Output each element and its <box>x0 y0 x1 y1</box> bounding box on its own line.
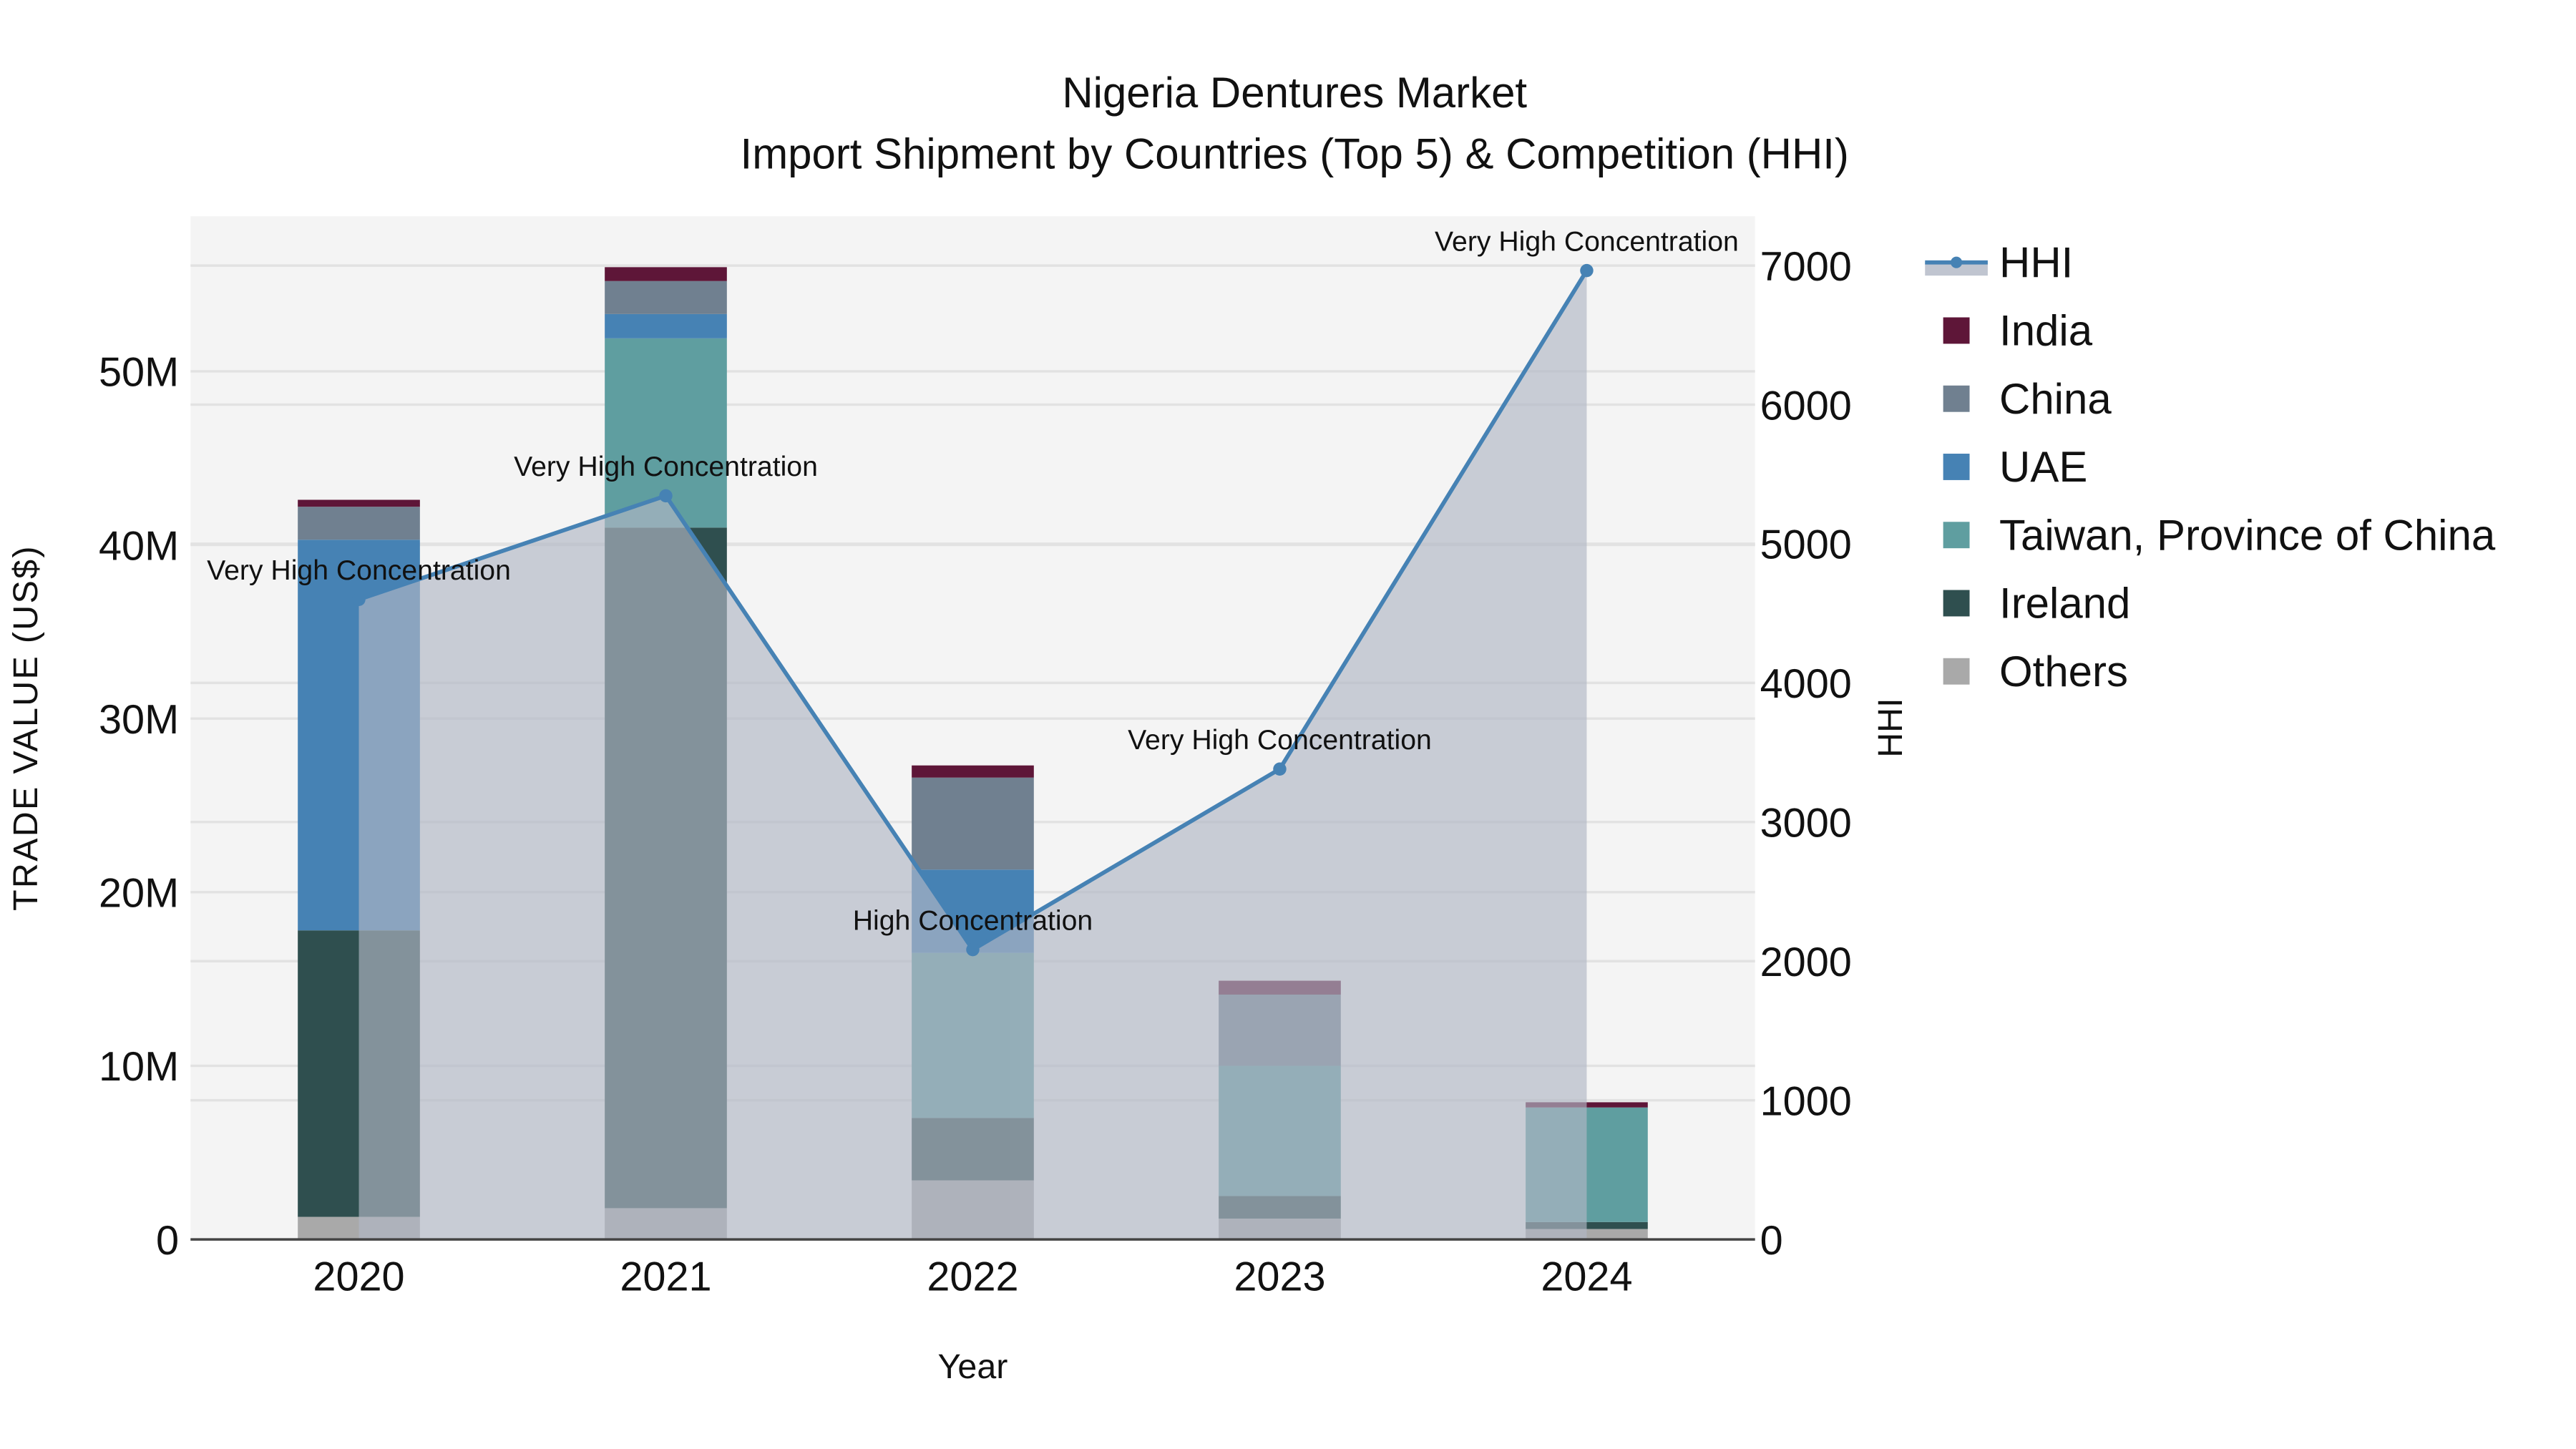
legend-label-uae: UAE <box>1999 443 2087 491</box>
hhi-point-2023 <box>1273 762 1287 776</box>
hhi-annotation: Very High Concentration <box>514 452 818 482</box>
hhi-point-2021 <box>659 489 673 503</box>
hhi-point-2020 <box>352 592 366 606</box>
y2-tick-label: 6000 <box>1760 383 1852 429</box>
legend-label-taiwan-province-of-china: Taiwan, Province of China <box>1999 511 2496 559</box>
bar-india-2022 <box>912 765 1034 778</box>
x-axis-label: Year <box>938 1347 1008 1386</box>
legend-swatch-ireland <box>1943 590 1970 617</box>
y2-axis-label: HHI <box>1871 698 1910 757</box>
chart-subtitle: Import Shipment by Countries (Top 5) & C… <box>741 130 1849 177</box>
y-axis-label: TRADE VALUE (US$) <box>6 545 45 911</box>
legend-label-india: India <box>1999 307 2093 355</box>
y-tick-label: 10M <box>99 1044 179 1090</box>
hhi-annotation: Very High Concentration <box>207 555 511 586</box>
bar-india-2021 <box>605 267 727 281</box>
bar-china-2022 <box>912 777 1034 870</box>
bar-uae-2021 <box>605 313 727 338</box>
legend-swatch-india <box>1943 317 1970 344</box>
bar-india-2020 <box>298 499 420 507</box>
bar-china-2021 <box>605 280 727 314</box>
y-tick-label: 40M <box>99 523 179 569</box>
hhi-annotation: Very High Concentration <box>1435 226 1739 257</box>
y-tick-label: 30M <box>99 697 179 743</box>
chart-title: Nigeria Dentures Market <box>1062 69 1527 117</box>
y2-tick-label: 1000 <box>1760 1078 1852 1124</box>
y-tick-label: 50M <box>99 350 179 396</box>
hhi-point-2024 <box>1580 263 1594 278</box>
legend-label-ireland: Ireland <box>1999 580 2130 628</box>
legend-label-china: China <box>1999 375 2112 423</box>
y2-tick-label: 7000 <box>1760 244 1852 290</box>
x-tick-label: 2023 <box>1234 1254 1325 1300</box>
bar-china-2020 <box>298 507 420 540</box>
legend-label-hhi: HHI <box>1999 238 2073 286</box>
hhi-annotation: Very High Concentration <box>1128 725 1432 756</box>
chart: Nigeria Dentures Market Import Shipment … <box>6 69 2496 1386</box>
legend-swatch-taiwan-province-of-china <box>1943 522 1970 549</box>
y2-tick-label: 0 <box>1760 1218 1783 1264</box>
x-tick-label: 2024 <box>1541 1254 1632 1300</box>
x-tick-label: 2021 <box>620 1254 711 1300</box>
legend-swatch-others <box>1943 658 1970 685</box>
y2-tick-label: 4000 <box>1760 661 1852 707</box>
x-tick-label: 2020 <box>313 1254 404 1300</box>
y2-tick-label: 3000 <box>1760 801 1852 847</box>
y2-tick-label: 5000 <box>1760 522 1852 568</box>
x-tick-label: 2022 <box>927 1254 1018 1300</box>
hhi-annotation: High Concentration <box>853 905 1093 936</box>
legend-label-others: Others <box>1999 648 2128 696</box>
y-tick-label: 0 <box>156 1218 179 1264</box>
y2-tick-label: 2000 <box>1760 940 1852 985</box>
legend-swatch-uae <box>1943 454 1970 480</box>
y-tick-label: 20M <box>99 871 179 917</box>
legend-swatch-china <box>1943 385 1970 412</box>
legend-swatch-hhi-marker <box>1951 256 1963 268</box>
hhi-point-2022 <box>966 942 980 957</box>
